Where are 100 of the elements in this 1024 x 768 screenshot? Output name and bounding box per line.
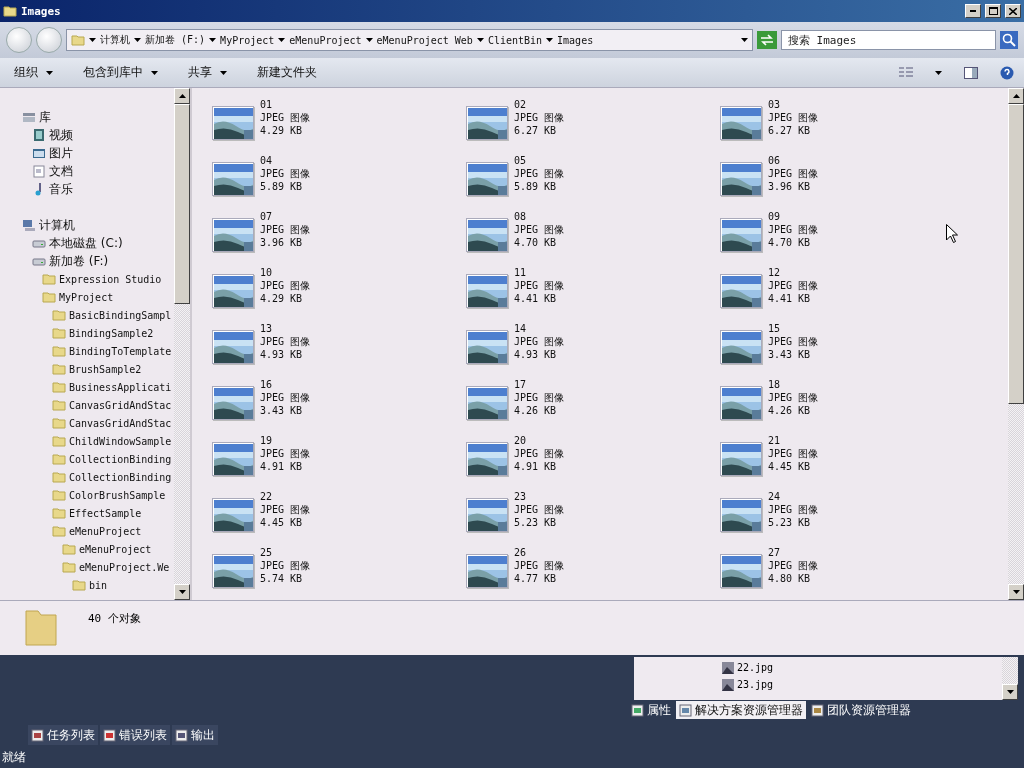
file-item[interactable]: 03 JPEG 图像 6.27 KB [720, 98, 974, 154]
tree-item[interactable]: 计算机 [39, 216, 75, 234]
file-item[interactable]: 05 JPEG 图像 5.89 KB [466, 154, 720, 210]
scroll-down-button[interactable] [1002, 684, 1018, 700]
file-type: JPEG 图像 [768, 111, 819, 124]
file-item[interactable]: 25 JPEG 图像 5.74 KB [212, 546, 466, 602]
file-item[interactable]: 01 JPEG 图像 4.29 KB [212, 98, 466, 154]
search-icon[interactable] [1000, 31, 1018, 49]
file-item[interactable]: 15 JPEG 图像 3.43 KB [720, 322, 974, 378]
tree-item[interactable]: 22.jpg [737, 662, 774, 673]
tree-item[interactable]: 23.jpg [737, 679, 774, 690]
breadcrumb-segment[interactable]: MyProject [220, 34, 275, 46]
tool-window-tab[interactable]: 错误列表 [100, 725, 170, 745]
breadcrumb-segment[interactable]: 计算机 [100, 33, 130, 47]
toolbar-button[interactable]: 组织 [10, 62, 57, 83]
scroll-down-button[interactable] [1008, 584, 1024, 600]
tree-item[interactable]: BasicBindingSampl [69, 309, 172, 321]
toolbar-button[interactable]: 新建文件夹 [253, 62, 321, 83]
tree-item[interactable]: eMenuProject [79, 543, 152, 555]
file-item[interactable]: 22 JPEG 图像 4.45 KB [212, 490, 466, 546]
chevron-icon [278, 38, 286, 42]
file-item[interactable]: 13 JPEG 图像 4.93 KB [212, 322, 466, 378]
file-size: 5.74 KB [260, 572, 304, 585]
tree-item[interactable]: CollectionBinding [69, 471, 172, 483]
tree-item[interactable]: 本地磁盘 (C:) [49, 234, 123, 252]
toolbar-button[interactable]: 包含到库中 [79, 62, 162, 83]
file-item[interactable]: 18 JPEG 图像 4.26 KB [720, 378, 974, 434]
tree-item[interactable]: BrushSample2 [69, 363, 142, 375]
tree-item[interactable]: BindingToTemplate [69, 345, 172, 357]
computer-icon [22, 218, 36, 232]
tree-item[interactable]: 新加卷 (F:) [49, 252, 109, 270]
breadcrumb-segment[interactable]: eMenuProject Web [376, 34, 473, 46]
file-item[interactable]: 11 JPEG 图像 4.41 KB [466, 266, 720, 322]
tree-item[interactable]: BindingSample2 [69, 327, 154, 339]
file-item[interactable]: 23 JPEG 图像 5.23 KB [466, 490, 720, 546]
search-field[interactable]: 搜索 Images [781, 30, 996, 50]
panel-tab[interactable]: 解决方案资源管理器 [676, 701, 806, 719]
file-type: JPEG 图像 [514, 503, 565, 516]
file-size: 4.93 KB [514, 348, 558, 361]
tree-item[interactable]: CanvasGridAndStac [69, 417, 172, 429]
file-item[interactable]: 17 JPEG 图像 4.26 KB [466, 378, 720, 434]
breadcrumb-segment[interactable]: eMenuProject [289, 34, 362, 46]
tree-item[interactable]: 库 [39, 108, 51, 126]
scroll-up-button[interactable] [174, 88, 190, 104]
scrollbar[interactable] [1008, 88, 1024, 600]
close-button[interactable] [1005, 4, 1021, 18]
file-item[interactable]: 10 JPEG 图像 4.29 KB [212, 266, 466, 322]
file-item[interactable]: 04 JPEG 图像 5.89 KB [212, 154, 466, 210]
preview-pane-icon[interactable] [964, 66, 978, 79]
address-bar[interactable]: 计算机 新加卷 (F:) MyProject eMenuProject eMenuProject Web ClientBin Images [66, 29, 753, 51]
scroll-up-button[interactable] [1008, 88, 1024, 104]
panel-tab[interactable]: 属性 [628, 701, 674, 719]
folder-icon [72, 578, 86, 592]
tree-item[interactable]: CollectionBinding [69, 453, 172, 465]
scrollbar[interactable] [1002, 657, 1018, 700]
tree-item[interactable]: 音乐 [49, 180, 73, 198]
file-item[interactable]: 07 JPEG 图像 3.96 KB [212, 210, 466, 266]
tool-window-tab[interactable]: 任务列表 [28, 725, 98, 745]
scroll-down-button[interactable] [174, 584, 190, 600]
file-item[interactable]: 08 JPEG 图像 4.70 KB [466, 210, 720, 266]
refresh-icon[interactable] [757, 31, 777, 49]
breadcrumb-segment[interactable]: 新加卷 (F:) [145, 33, 206, 47]
tree-item[interactable]: Expression Studio [59, 273, 162, 285]
tree-item[interactable]: 图片 [49, 144, 73, 162]
scroll-thumb[interactable] [174, 104, 190, 304]
file-item[interactable]: 26 JPEG 图像 4.77 KB [466, 546, 720, 602]
tree-item[interactable]: eMenuProject [69, 525, 142, 537]
file-item[interactable]: 24 JPEG 图像 5.23 KB [720, 490, 974, 546]
tree-item[interactable]: eMenuProject.We [79, 561, 170, 573]
scroll-thumb[interactable] [1008, 104, 1024, 404]
file-item[interactable]: 21 JPEG 图像 4.45 KB [720, 434, 974, 490]
tree-item[interactable]: ChildWindowSample [69, 435, 172, 447]
maximize-button[interactable] [985, 4, 1001, 18]
tool-window-tab[interactable]: 输出 [172, 725, 218, 745]
file-item[interactable]: 27 JPEG 图像 4.80 KB [720, 546, 974, 602]
tree-item[interactable]: 视频 [49, 126, 73, 144]
file-item[interactable]: 14 JPEG 图像 4.93 KB [466, 322, 720, 378]
tree-item[interactable]: MyProject [59, 291, 114, 303]
tree-item[interactable]: CanvasGridAndStac [69, 399, 172, 411]
breadcrumb-segment[interactable]: ClientBin [487, 34, 543, 46]
tree-item[interactable]: ColorBrushSample [69, 489, 166, 501]
panel-tab[interactable]: 团队资源管理器 [808, 701, 914, 719]
file-name: 25 [260, 546, 274, 559]
file-item[interactable]: 09 JPEG 图像 4.70 KB [720, 210, 974, 266]
file-name: 13 [260, 322, 274, 335]
minimize-button[interactable] [965, 4, 981, 18]
file-item[interactable]: 12 JPEG 图像 4.41 KB [720, 266, 974, 322]
file-item[interactable]: 20 JPEG 图像 4.91 KB [466, 434, 720, 490]
help-icon[interactable] [1000, 65, 1014, 80]
tree-item[interactable]: bin [89, 579, 108, 591]
file-item[interactable]: 02 JPEG 图像 6.27 KB [466, 98, 720, 154]
scrollbar[interactable] [174, 88, 190, 600]
toolbar-button[interactable]: 共享 [184, 62, 231, 83]
tree-item[interactable]: BusinessApplicati [69, 381, 172, 393]
file-item[interactable]: 06 JPEG 图像 3.96 KB [720, 154, 974, 210]
file-item[interactable]: 16 JPEG 图像 3.43 KB [212, 378, 466, 434]
tree-item[interactable]: 文档 [49, 162, 73, 180]
file-item[interactable]: 19 JPEG 图像 4.91 KB [212, 434, 466, 490]
tree-item[interactable]: EffectSample [69, 507, 142, 519]
breadcrumb-segment[interactable]: Images [557, 34, 594, 46]
